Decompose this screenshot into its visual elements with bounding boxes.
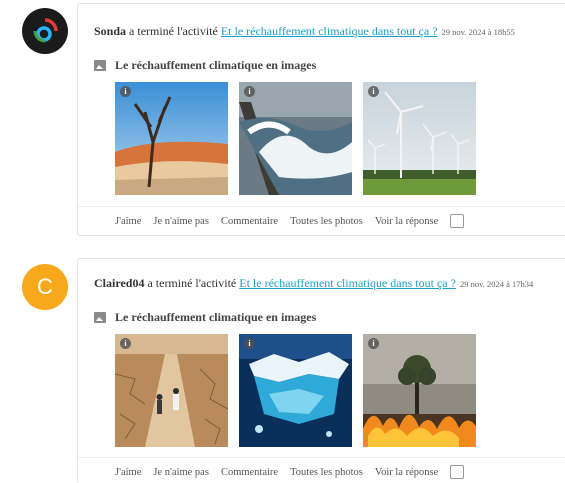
info-icon[interactable]: i <box>244 86 255 97</box>
photo-thumbnail[interactable]: i <box>115 334 228 447</box>
user-name[interactable]: Claired04 <box>94 276 144 290</box>
photo-thumbnail[interactable]: i <box>363 82 476 195</box>
like-button[interactable]: J'aime <box>115 216 141 227</box>
photo-gallery: i i i <box>115 334 476 447</box>
activity-link[interactable]: Et le réchauffement climatique dans tout… <box>239 276 456 290</box>
info-icon[interactable]: i <box>120 338 131 349</box>
iceberg-image <box>239 334 352 447</box>
photo-thumbnail[interactable]: i <box>115 82 228 195</box>
select-checkbox[interactable] <box>450 214 465 228</box>
action-bar: J'aime Je n'aime pas Commentaire Toutes … <box>78 206 565 228</box>
photo-thumbnail[interactable]: i <box>239 82 352 195</box>
photo-thumbnail[interactable]: i <box>239 334 352 447</box>
timestamp: 29 nov. 2024 à 17h34 <box>459 279 534 289</box>
image-icon <box>94 60 106 71</box>
album-title: Le réchauffement climatique en images <box>94 58 316 73</box>
comment-button[interactable]: Commentaire <box>221 216 278 227</box>
photo-thumbnail[interactable]: i <box>363 334 476 447</box>
app-logo-icon <box>33 18 58 43</box>
info-icon[interactable]: i <box>368 86 379 97</box>
info-icon[interactable]: i <box>368 338 379 349</box>
wind-turbines-image <box>363 82 476 195</box>
info-icon[interactable]: i <box>244 338 255 349</box>
see-answer-button[interactable]: Voir la réponse <box>375 216 438 227</box>
action-bar: J'aime Je n'aime pas Commentaire Toutes … <box>78 457 565 479</box>
info-icon[interactable]: i <box>120 86 131 97</box>
comment-button[interactable]: Commentaire <box>221 467 278 478</box>
forest-fire-image <box>363 334 476 447</box>
dislike-button[interactable]: Je n'aime pas <box>153 216 209 227</box>
activity-headline: Sonda a terminé l'activité Et le réchauf… <box>94 24 515 38</box>
photo-gallery: i i i <box>115 82 476 195</box>
drought-road-image <box>115 334 228 447</box>
user-avatar[interactable]: C <box>22 264 68 310</box>
album-title: Le réchauffement climatique en images <box>94 310 316 325</box>
dislike-button[interactable]: Je n'aime pas <box>153 467 209 478</box>
activity-card: Claired04 a terminé l'activité Et le réc… <box>77 258 565 483</box>
see-answer-button[interactable]: Voir la réponse <box>375 467 438 478</box>
activity-headline: Claired04 a terminé l'activité Et le réc… <box>94 276 534 290</box>
all-photos-button[interactable]: Toutes les photos <box>290 467 363 478</box>
activity-card: Sonda a terminé l'activité Et le réchauf… <box>77 3 565 236</box>
waves-pier-image <box>239 82 352 195</box>
like-button[interactable]: J'aime <box>115 467 141 478</box>
image-icon <box>94 312 106 323</box>
all-photos-button[interactable]: Toutes les photos <box>290 216 363 227</box>
user-name[interactable]: Sonda <box>94 24 126 38</box>
activity-link[interactable]: Et le réchauffement climatique dans tout… <box>221 24 438 38</box>
desert-tree-image <box>115 82 228 195</box>
user-avatar[interactable] <box>22 8 68 54</box>
select-checkbox[interactable] <box>450 465 465 479</box>
timestamp: 29 nov. 2024 à 18h55 <box>441 27 515 37</box>
